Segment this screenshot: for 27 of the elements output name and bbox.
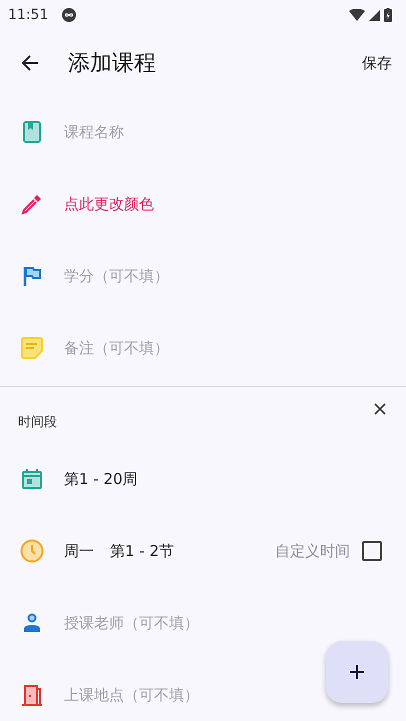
location-field[interactable]: 上课地点（可不填） — [64, 682, 294, 708]
clock-icon — [20, 539, 44, 563]
signal-icon — [369, 10, 380, 20]
section-title: 时间段 — [18, 414, 57, 431]
status-time: 11:51 — [8, 7, 48, 23]
checkbox[interactable] — [362, 541, 382, 561]
close-icon — [374, 403, 386, 415]
weeks-value[interactable]: 第1 - 20周 — [64, 470, 138, 488]
day-value[interactable]: 周一 — [64, 542, 94, 560]
periods-value[interactable]: 第1 - 2节 — [110, 542, 174, 560]
change-color-button[interactable]: 点此更改颜色 — [64, 190, 154, 218]
input-field[interactable]: 课程名称 — [64, 119, 294, 145]
back-arrow-icon — [20, 53, 40, 73]
book-icon — [20, 121, 44, 143]
teacher-field[interactable]: 授课老师（可不填） — [64, 610, 294, 636]
infinity-icon — [62, 8, 76, 22]
input-field[interactable]: 备注（可不填） — [64, 335, 294, 361]
wifi-icon — [349, 9, 365, 21]
plus-icon — [349, 664, 365, 680]
save-button[interactable]: 保存 — [362, 48, 392, 78]
page-title: 添加课程 — [68, 50, 156, 78]
input-field[interactable]: 学分（可不填） — [64, 263, 294, 289]
calendar-icon — [20, 468, 44, 490]
battery-icon — [384, 8, 392, 22]
custom-time-label: 自定义时间 — [275, 542, 350, 560]
note-icon — [20, 337, 44, 359]
door-icon — [20, 684, 44, 706]
